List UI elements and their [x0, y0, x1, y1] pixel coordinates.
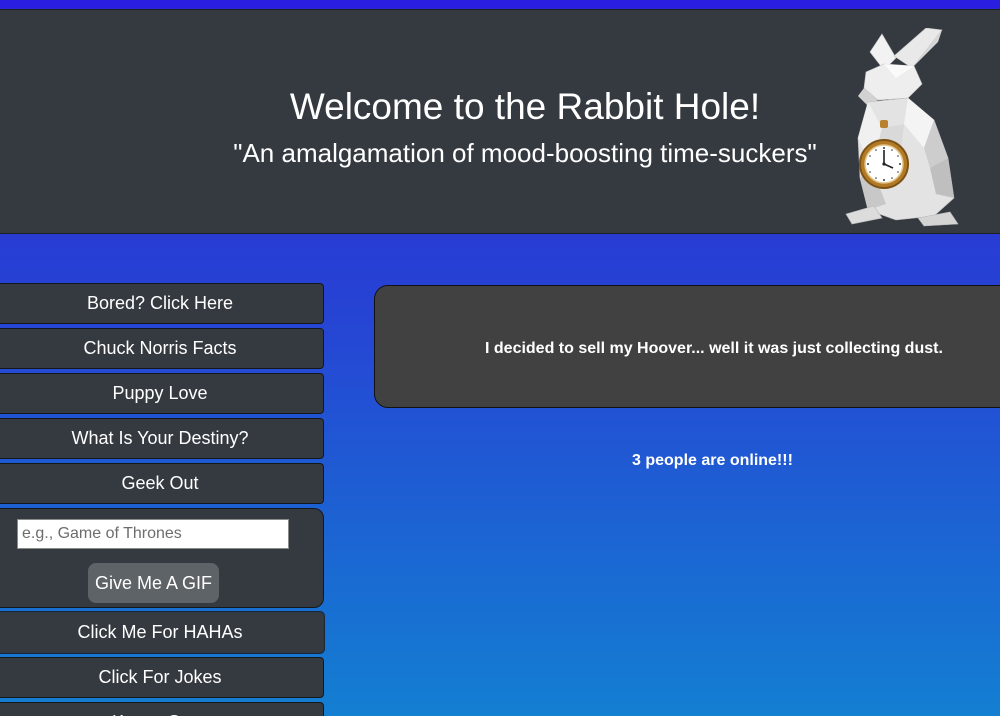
- destiny-button[interactable]: What Is Your Destiny?: [0, 418, 324, 459]
- online-status: 3 people are online!!!: [632, 452, 793, 469]
- give-me-gif-button[interactable]: Give Me A GIF: [88, 563, 219, 603]
- joke-text: I decided to sell my Hoover... well it w…: [485, 340, 943, 357]
- bored-button[interactable]: Bored? Click Here: [0, 283, 324, 324]
- sidebar-nav: Bored? Click Here Chuck Norris Facts Pup…: [0, 283, 324, 716]
- site-header: Welcome to the Rabbit Hole! "An amalgama…: [0, 9, 1000, 234]
- kanye-button[interactable]: Kanye Says: [0, 702, 324, 716]
- jokes-button[interactable]: Click For Jokes: [0, 657, 324, 698]
- hahas-button[interactable]: Click Me For HAHAs: [0, 612, 324, 653]
- gif-search-panel: Give Me A GIF: [0, 508, 324, 608]
- top-bar: [0, 0, 1000, 8]
- chuck-norris-button[interactable]: Chuck Norris Facts: [0, 328, 324, 369]
- joke-display: I decided to sell my Hoover... well it w…: [374, 285, 1000, 408]
- geek-out-button[interactable]: Geek Out: [0, 463, 324, 504]
- rabbit-logo-icon: [845, 28, 959, 227]
- puppy-love-button[interactable]: Puppy Love: [0, 373, 324, 414]
- gif-search-input[interactable]: [17, 519, 289, 549]
